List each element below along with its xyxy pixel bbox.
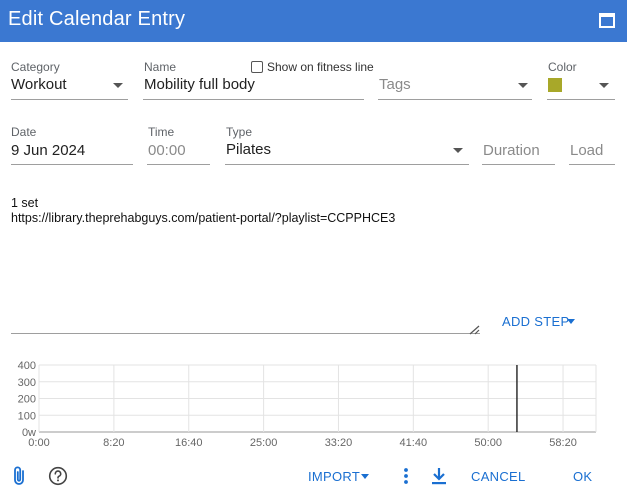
help-circle-icon[interactable] — [48, 466, 68, 486]
type-select[interactable]: Pilates — [225, 137, 469, 165]
time-underline — [147, 164, 210, 165]
type-value: Pilates — [226, 141, 272, 158]
x-tick-label: 33:20 — [325, 437, 353, 449]
y-tick-label: 400 — [18, 360, 36, 372]
x-tick-label: 0:00 — [28, 437, 49, 449]
workout-chart: 400 300 200 100 0w 0:00 8:20 16:40 25:00 33:20 41:… — [0, 354, 627, 454]
date-underline — [11, 164, 133, 165]
load-underline — [569, 164, 615, 165]
add-step-label: ADD STEP — [502, 314, 570, 329]
import-label: IMPORT — [308, 469, 361, 484]
paperclip-icon[interactable] — [10, 465, 30, 487]
add-step-dropdown-icon — [567, 319, 575, 324]
more-vert-icon[interactable] — [398, 465, 414, 487]
tags-dropdown-icon — [518, 83, 528, 88]
color-underline — [547, 99, 615, 100]
tags-underline — [378, 99, 532, 100]
x-tick-label: 16:40 — [175, 437, 203, 449]
category-dropdown-icon — [113, 83, 123, 88]
description-textarea[interactable]: 1 set https://library.theprehabguys.com/… — [11, 196, 481, 334]
color-dropdown-icon[interactable] — [599, 83, 609, 88]
fitness-line-label: Show on fitness line — [267, 60, 374, 74]
load-input[interactable]: Load — [570, 142, 603, 159]
x-tick-label: 50:00 — [474, 437, 502, 449]
name-underline — [143, 99, 364, 100]
time-label: Time — [148, 125, 175, 139]
x-tick-label: 58:20 — [549, 437, 577, 449]
resize-handle-icon[interactable] — [468, 322, 480, 335]
date-label: Date — [11, 125, 37, 139]
x-tick-label: 8:20 — [103, 437, 124, 449]
x-tick-label: 25:00 — [250, 437, 278, 449]
chart-svg: 4003002001000w0:00 8:20 16:40 25:00 33:20 41:… — [18, 360, 597, 449]
category-select[interactable]: Workout — [10, 72, 128, 100]
description-line-2: https://library.theprehabguys.com/patien… — [11, 211, 396, 225]
category-underline — [11, 99, 128, 100]
name-input[interactable]: Mobility full body — [144, 76, 255, 93]
ok-button[interactable]: OK — [573, 469, 592, 484]
description-line-1: 1 set — [11, 196, 39, 210]
color-label: Color — [548, 60, 577, 74]
add-step-button[interactable]: ADD STEP — [500, 310, 580, 332]
import-dropdown-icon — [361, 474, 369, 479]
tags-select[interactable]: Tags — [378, 72, 532, 100]
dialog-title: Edit Calendar Entry — [8, 8, 186, 30]
duration-underline — [482, 164, 555, 165]
y-tick-label: 100 — [18, 410, 36, 422]
name-label: Name — [144, 60, 177, 74]
color-swatch[interactable] — [548, 78, 562, 92]
description-underline — [11, 333, 480, 334]
maximize-icon[interactable] — [597, 10, 619, 32]
y-tick-label: 200 — [18, 394, 36, 406]
tags-placeholder: Tags — [379, 76, 411, 93]
date-input[interactable]: 9 Jun 2024 — [11, 142, 85, 159]
category-value: Workout — [11, 76, 67, 93]
duration-input[interactable]: Duration — [483, 142, 540, 159]
fitness-line-checkbox[interactable] — [251, 61, 263, 73]
cancel-button[interactable]: CANCEL — [471, 469, 526, 484]
import-button[interactable]: IMPORT — [306, 466, 376, 486]
type-underline — [225, 164, 469, 165]
download-icon[interactable] — [430, 466, 448, 486]
type-dropdown-icon — [453, 148, 463, 153]
dialog-titlebar: Edit Calendar Entry — [0, 0, 627, 42]
x-tick-label: 41:40 — [400, 437, 428, 449]
y-tick-label: 300 — [18, 377, 36, 389]
time-input[interactable]: 00:00 — [148, 142, 186, 159]
